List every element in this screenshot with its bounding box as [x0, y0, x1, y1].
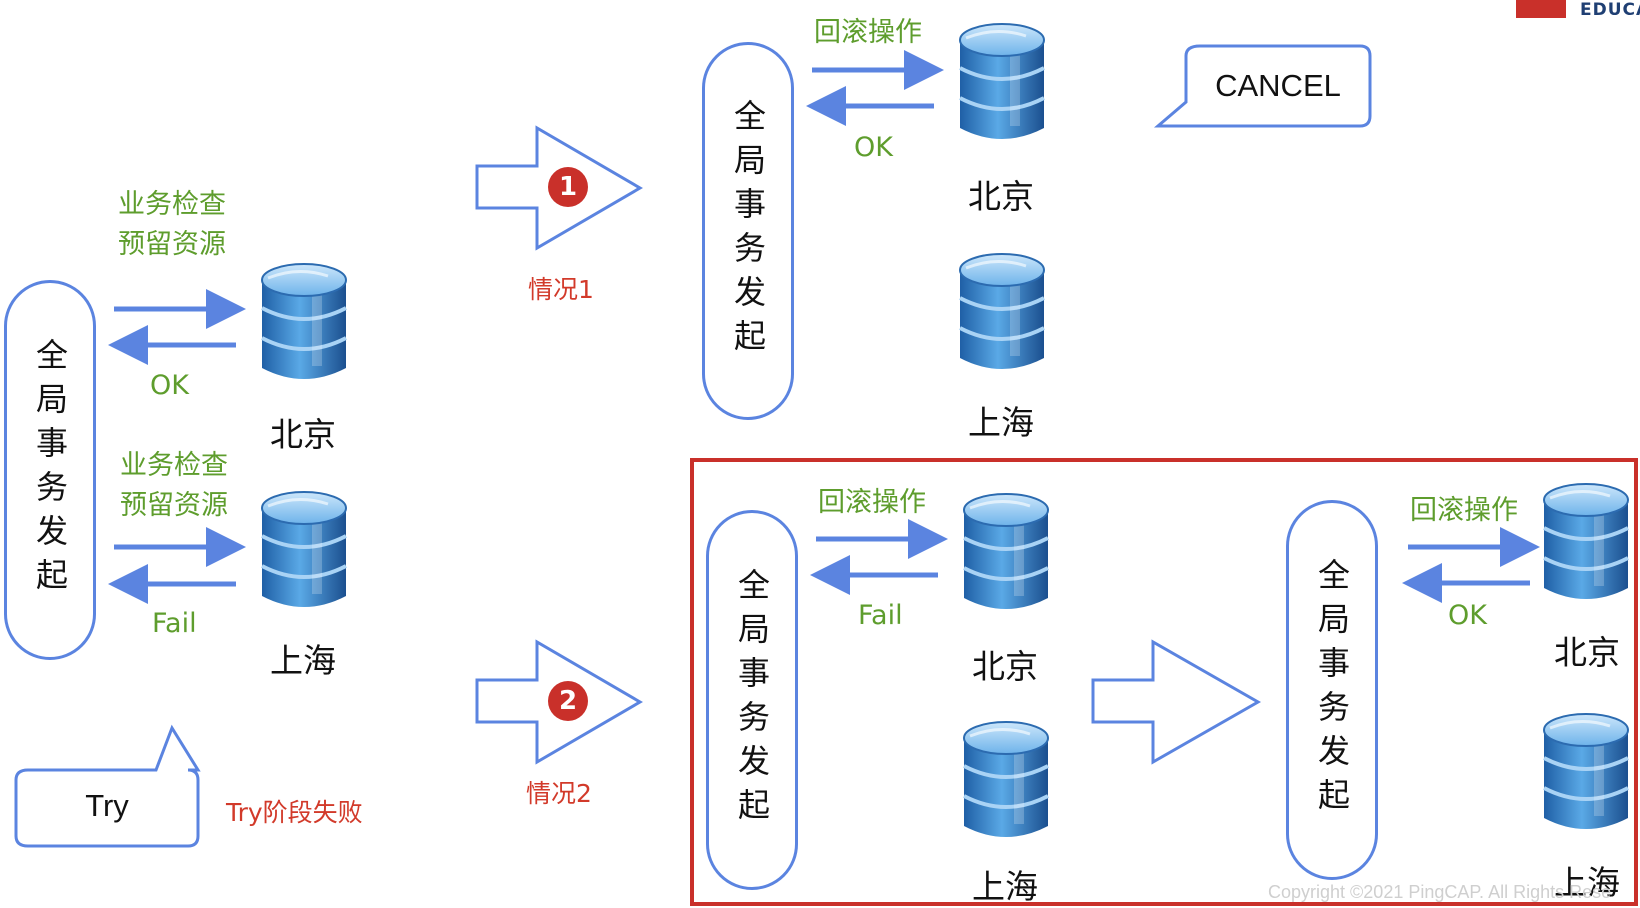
- initiator-label: 全局事务发起: [733, 568, 771, 832]
- city-label-shanghai: 上海: [968, 403, 1034, 442]
- city-label-beijing: 北京: [972, 647, 1038, 686]
- reserve-label: 预留资源: [120, 490, 228, 521]
- cancel-bubble-text: CANCEL: [1215, 68, 1341, 103]
- case2-label: 情况2: [526, 779, 592, 808]
- initiator-pill-case1: 全局事务发起: [702, 42, 794, 420]
- check-reserve-label: 业务检查 预留资源: [118, 185, 226, 265]
- try-failed-label: Try阶段失败: [226, 798, 363, 827]
- city-label-shanghai: 上海: [972, 867, 1038, 906]
- ok-label: OK: [854, 132, 893, 163]
- ok-label: OK: [1448, 600, 1487, 631]
- case1-label: 情况1: [528, 275, 594, 304]
- database-icon: [258, 262, 350, 386]
- ok-label: OK: [150, 370, 189, 401]
- database-icon: [1540, 712, 1632, 836]
- initiator-label: 全局事务发起: [31, 338, 69, 602]
- database-icon: [258, 490, 350, 614]
- check-label: 业务检查: [118, 189, 226, 220]
- database-icon: [956, 252, 1048, 376]
- city-label-shanghai: 上海: [270, 641, 336, 680]
- copyright-text: Copyright ©2021 PingCAP. All Rights Rese: [1268, 882, 1612, 902]
- rollback-label: 回滚操作: [1410, 495, 1518, 526]
- database-icon: [956, 22, 1048, 146]
- initiator-label: 全局事务发起: [1313, 558, 1351, 822]
- rollback-label: 回滚操作: [814, 17, 922, 48]
- city-label-beijing: 北京: [270, 415, 336, 454]
- fail-label: Fail: [152, 608, 197, 639]
- check-label: 业务检查: [120, 450, 228, 481]
- brand-logo-mark: [1516, 0, 1566, 18]
- try-bubble-text: Try: [85, 788, 129, 823]
- initiator-label: 全局事务发起: [729, 99, 767, 363]
- reserve-label: 预留资源: [118, 229, 226, 260]
- brand-logo-text: EDUCA: [1580, 0, 1640, 20]
- tcc-diagram: 全局事务发起 全局事务发起 全局事务发起 全局事务发起 业务检查 预留资源 OK…: [0, 0, 1640, 908]
- database-icon: [960, 492, 1052, 616]
- database-icon: [1540, 482, 1632, 606]
- city-label-beijing: 北京: [1554, 633, 1620, 672]
- badge-case2: 2: [548, 681, 588, 721]
- city-label-beijing: 北京: [968, 177, 1034, 216]
- speech-bubble-icon: [14, 724, 201, 848]
- badge-case1: 1: [548, 167, 588, 207]
- database-icon: [960, 720, 1052, 844]
- initiator-pill-case2b: 全局事务发起: [1286, 500, 1378, 880]
- initiator-pill-case2a: 全局事务发起: [706, 510, 798, 890]
- initiator-pill: 全局事务发起: [4, 280, 96, 660]
- rollback-label: 回滚操作: [818, 487, 926, 518]
- fail-label: Fail: [858, 600, 903, 631]
- check-reserve-label: 业务检查 预留资源: [120, 446, 228, 526]
